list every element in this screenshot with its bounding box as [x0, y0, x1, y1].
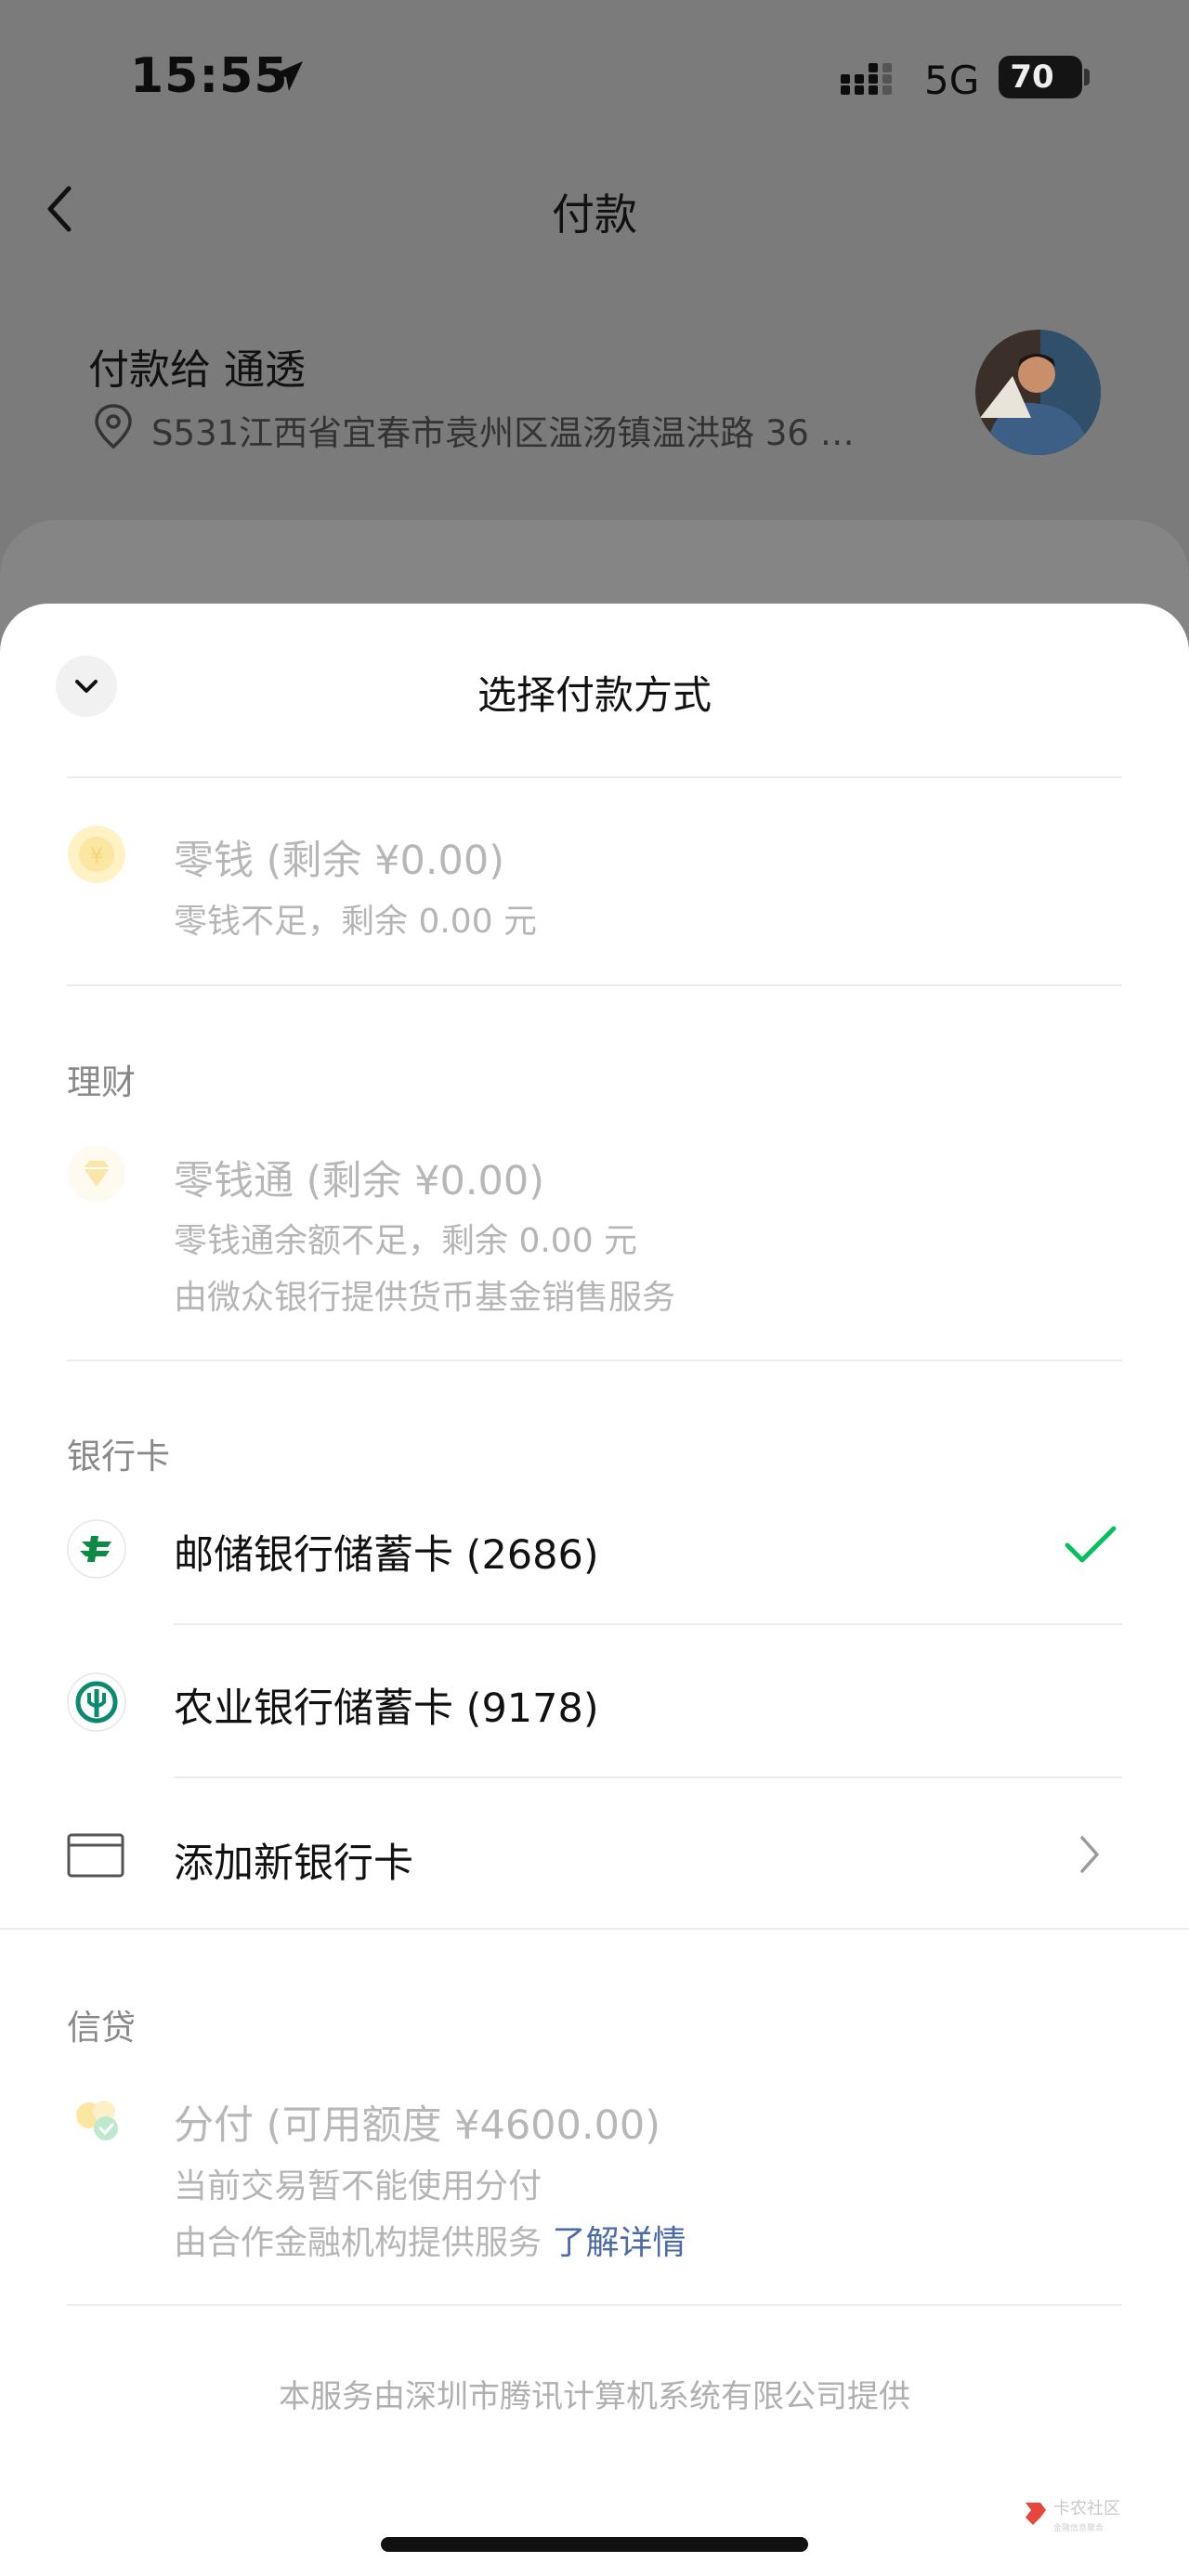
- divider: [174, 1623, 1122, 1625]
- signal-icon: [841, 63, 892, 95]
- status-time: 15:55: [130, 48, 289, 104]
- card-outline-icon: [67, 1833, 124, 1878]
- watermark-logo: 卡农社区 金融信息聚合: [1022, 2493, 1133, 2543]
- divider: [67, 2304, 1122, 2306]
- battery-tip: [1084, 69, 1090, 85]
- postal-bank-icon: [67, 1519, 126, 1579]
- learn-more-link[interactable]: 了解详情: [552, 2224, 686, 2262]
- coin-icon: ¥: [68, 826, 125, 883]
- home-indicator[interactable]: [381, 2537, 808, 2552]
- bank-card-name: 农业银行储蓄卡 (9178): [174, 1685, 599, 1732]
- option-wealth-provider: 由微众银行提供货币基金销售服务: [174, 1279, 676, 1317]
- divider: [67, 1360, 1122, 1361]
- section-credit: 信贷: [67, 2008, 136, 2048]
- sheet-title: 选择付款方式: [477, 672, 712, 718]
- map-pin-icon: [95, 404, 132, 449]
- divider: [67, 984, 1122, 986]
- option-credit-note: 当前交易暂不能使用分付: [174, 2167, 542, 2205]
- divider: [67, 776, 1122, 778]
- svg-text:卡农社区: 卡农社区: [1053, 2499, 1120, 2518]
- svg-text:¥: ¥: [90, 845, 103, 868]
- chevron-right-icon: [1080, 1836, 1099, 1873]
- battery-level: 70: [1010, 59, 1054, 96]
- divider: [174, 1776, 1122, 1778]
- payee-title: 付款给 通透: [88, 346, 306, 394]
- location-arrow-icon: [273, 61, 303, 91]
- payee-address: S531江西省宜春市袁州区温汤镇温洪路 36 …: [151, 413, 855, 453]
- status-bar: 15:55 5G 70: [0, 0, 1189, 158]
- abc-bank-icon: [67, 1672, 126, 1732]
- service-provider-footer: 本服务由深圳市腾讯计算机系统有限公司提供: [279, 2378, 910, 2415]
- checkmark-icon: [1065, 1526, 1117, 1563]
- option-credit-name: 分付 (可用额度 ¥4600.00): [174, 2102, 661, 2149]
- battery-indicator: 70: [999, 56, 1082, 98]
- option-wealth-name: 零钱通 (剩余 ¥0.00): [174, 1158, 544, 1204]
- credit-provider-text: 由合作金融机构提供服务: [174, 2224, 542, 2262]
- option-wealth-note: 零钱通余额不足，剩余 0.00 元: [174, 1222, 638, 1260]
- network-type: 5G: [924, 58, 980, 103]
- bank-card-name: 邮储银行储蓄卡 (2686): [174, 1532, 599, 1579]
- option-change-name: 零钱 (剩余 ¥0.00): [174, 838, 504, 884]
- section-wealth: 理财: [67, 1062, 136, 1102]
- option-change-note: 零钱不足，剩余 0.00 元: [174, 903, 538, 941]
- section-bank-cards: 银行卡: [67, 1437, 170, 1477]
- credit-icon: [76, 2101, 118, 2140]
- page-title: 付款: [552, 189, 637, 240]
- option-credit-provider: 由合作金融机构提供服务 了解详情: [174, 2216, 686, 2264]
- diamond-icon: [68, 1145, 125, 1203]
- add-bank-card-label: 添加新银行卡: [174, 1841, 413, 1887]
- section-divider: [0, 1928, 1189, 1930]
- svg-text:金融信息聚合: 金融信息聚合: [1053, 2522, 1104, 2533]
- avatar: [975, 330, 1101, 455]
